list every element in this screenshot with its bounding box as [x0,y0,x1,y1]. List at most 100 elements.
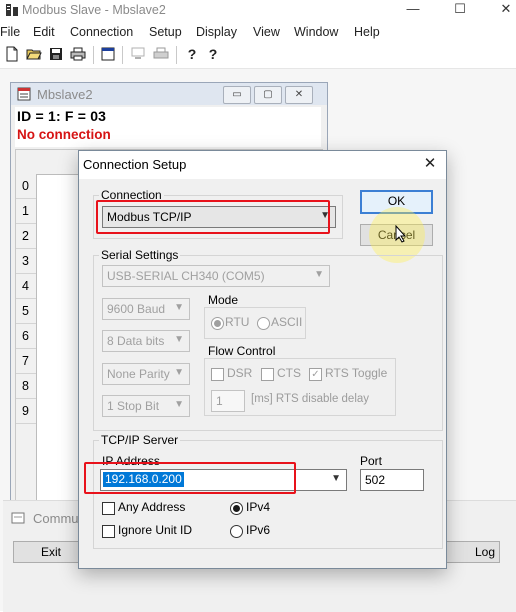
menu-help[interactable]: Help [354,25,380,39]
help-icon[interactable]: ? [184,46,200,62]
row-divider [16,348,36,349]
chevron-down-icon: ▼ [174,302,184,313]
menu-display[interactable]: Display [196,25,237,39]
minimize-button[interactable]: — [393,0,433,22]
chevron-down-icon: ▼ [331,473,341,484]
baud-value: 9600 Baud [107,302,166,316]
rts-toggle-checkbox: ✓ [309,368,322,381]
child-maximize-button[interactable]: ▢ [254,86,282,104]
chevron-down-icon: ▼ [174,399,184,410]
row-divider [16,298,36,299]
chevron-down-icon: ▼ [174,334,184,345]
dsr-checkbox [211,368,224,381]
menubar: File Edit Connection Setup Display View … [0,22,516,42]
connection-status: No connection [17,127,111,142]
maximize-button[interactable]: ☐ [440,0,480,22]
mbslave2-title: Mbslave2 [37,87,93,102]
rts-delay-value: 1 [216,394,223,408]
row-number: 1 [22,204,29,218]
tcpip-server-group: TCP/IP Server IP Address 192.168.0.200 ▼… [84,433,443,549]
window-icon[interactable] [100,46,116,62]
annotation-highlight-ip [84,462,296,494]
any-address-checkbox[interactable] [102,502,115,515]
port-value: 502 [365,473,386,487]
document-icon [17,87,31,101]
cts-checkbox [261,368,274,381]
menu-window[interactable]: Window [294,25,338,39]
mode-group: RTU ASCII [204,307,306,339]
row-divider [16,273,36,274]
ipv6-radio[interactable] [230,525,243,538]
row-divider [16,423,36,424]
communication-icon [11,512,25,524]
menu-file[interactable]: File [0,25,20,39]
row-number: 8 [22,379,29,393]
app-title: Modbus Slave - Mbslave2 [22,3,166,17]
ignore-unit-id-label: Ignore Unit ID [118,523,193,537]
tcpip-server-label: TCP/IP Server [99,433,181,447]
menu-connection[interactable]: Connection [70,25,133,39]
toolbar-separator [93,46,94,64]
row-divider [16,223,36,224]
context-help-icon[interactable]: ? [205,46,221,62]
ipv4-radio[interactable] [230,502,243,515]
ipv6-label: IPv6 [246,523,271,537]
rtu-radio [211,317,224,330]
slave-info-panel: ID = 1: F = 03 No connection [15,107,321,147]
cts-label: CTS [277,366,301,380]
row-number: 2 [22,229,29,243]
disabled-printer-icon [153,46,169,62]
dialog-title: Connection Setup [83,157,187,172]
rts-toggle-label: RTS Toggle [325,366,388,380]
mode-label: Mode [208,293,239,307]
row-divider [16,373,36,374]
ascii-radio [257,317,270,330]
data-bits-value: 8 Data bits [107,334,165,348]
rts-delay-label: [ms] RTS disable delay [251,393,370,405]
row-number: 0 [22,179,29,193]
ascii-label: ASCII [271,315,303,329]
flow-control-label: Flow Control [208,344,276,358]
row-header-column: 0 1 2 3 4 5 6 7 8 9 [16,174,37,500]
row-number: 9 [22,404,29,418]
row-number: 6 [22,329,29,343]
serial-settings-group: Serial Settings USB-SERIAL CH340 (COM5) … [93,248,443,431]
parity-value: None Parity [107,367,170,381]
chevron-down-icon: ▼ [314,269,324,280]
print-icon[interactable] [70,46,86,62]
stop-bits-select: 1 Stop Bit ▼ [102,395,190,417]
any-address-label: Any Address [118,500,186,514]
chevron-down-icon: ▼ [174,367,184,378]
open-folder-icon[interactable] [26,46,42,62]
port-label: Port [360,454,383,468]
slave-id-line: ID = 1: F = 03 [17,108,107,124]
rts-delay-input: 1 [211,390,245,412]
toolbar-separator [122,46,123,64]
row-number: 7 [22,354,29,368]
row-number: 5 [22,304,29,318]
child-minimize-button[interactable]: ▭ [223,86,251,104]
annotation-highlight-connection [96,200,330,234]
ignore-unit-id-checkbox[interactable] [102,525,115,538]
child-close-button[interactable]: ✕ [285,86,313,104]
dialog-close-icon[interactable]: ✕ [419,155,441,175]
save-icon[interactable] [48,46,64,62]
data-bits-select: 8 Data bits ▼ [102,330,190,352]
close-button[interactable]: ✕ [486,0,516,22]
menu-setup[interactable]: Setup [149,25,182,39]
log-button[interactable]: Log [442,541,500,563]
communication-title: Commu [33,511,79,526]
toolbar: ? ? [0,42,516,69]
serial-port-select: USB-SERIAL CH340 (COM5) ▼ [102,265,330,287]
row-number: 4 [22,279,29,293]
menu-view[interactable]: View [253,25,280,39]
row-divider [16,398,36,399]
mouse-pointer-icon [395,225,407,243]
modbus-app-icon [6,4,18,16]
menu-edit[interactable]: Edit [33,25,55,39]
baud-select: 9600 Baud ▼ [102,298,190,320]
serial-port-value: USB-SERIAL CH340 (COM5) [107,269,265,283]
new-file-icon[interactable] [4,46,20,62]
row-number: 3 [22,254,29,268]
port-input[interactable]: 502 [360,469,424,491]
